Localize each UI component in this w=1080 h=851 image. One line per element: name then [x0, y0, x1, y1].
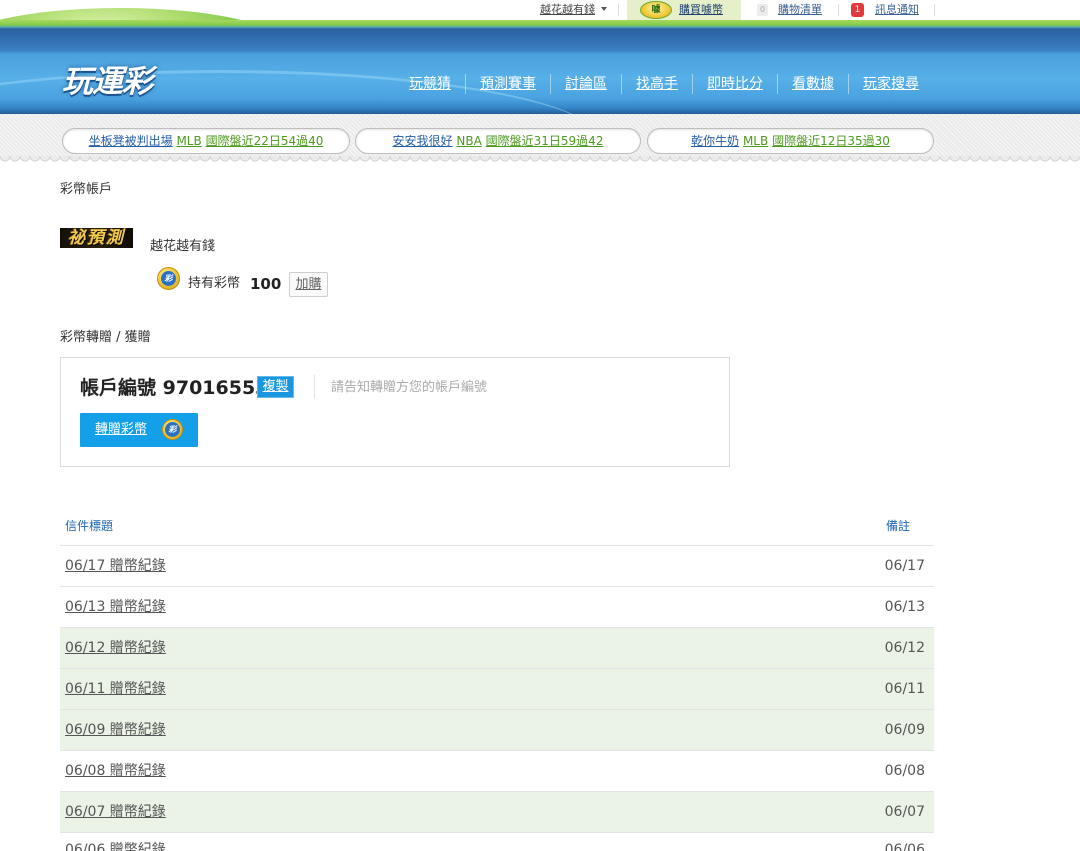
- divider: [838, 4, 839, 16]
- site-logo[interactable]: 玩運彩: [62, 64, 153, 100]
- nav-item-forum[interactable]: 討論區: [550, 74, 621, 94]
- ticker-player-name[interactable]: 坐板凳被判出場: [89, 134, 173, 148]
- ticker-record[interactable]: 國際盤近22日54過40: [206, 134, 324, 148]
- ticker-item[interactable]: 坐板凳被判出場 MLB 國際盤近22日54過40: [62, 128, 350, 154]
- caret-down-icon: [601, 7, 607, 11]
- record-note: 06/17: [884, 558, 925, 574]
- section-title-account: 彩幣帳戶: [60, 182, 113, 197]
- coin-icon: 彩: [157, 267, 180, 290]
- coin-icon: 彩: [162, 419, 183, 440]
- nav-item-live-scores[interactable]: 即時比分: [692, 74, 777, 94]
- gift-records-table: 信件標題 備註 06/17 贈幣紀錄 06/17 06/13 贈幣紀錄 06/1…: [60, 505, 934, 851]
- ticker-record[interactable]: 國際盤近12日35過30: [772, 134, 890, 148]
- record-title-link[interactable]: 06/08 贈幣紀錄: [65, 762, 166, 780]
- record-note: 06/12: [884, 640, 925, 656]
- user-menu-label: 越花越有錢: [540, 3, 595, 16]
- topup-button[interactable]: 加購: [289, 272, 328, 297]
- transfer-coins-button[interactable]: 轉贈彩幣 彩: [80, 413, 198, 447]
- section-title-transfer: 彩幣轉贈 / 獲贈: [60, 330, 151, 345]
- balance-label: 持有彩幣: [188, 276, 241, 291]
- nav-item-player-search[interactable]: 玩家搜尋: [848, 74, 933, 94]
- nav-item-stats[interactable]: 看數據: [777, 74, 848, 94]
- ticker-item[interactable]: 安安我很好 NBA 國際盤近31日59過42: [355, 128, 641, 154]
- record-title-link[interactable]: 06/13 贈幣紀錄: [65, 598, 166, 616]
- nav-item-play-guess[interactable]: 玩競猜: [395, 74, 465, 94]
- notification-count-badge: 1: [851, 3, 864, 17]
- record-note: 06/06: [884, 842, 925, 851]
- user-rank-badge: 祕預測: [60, 228, 133, 248]
- table-row: 06/07 贈幣紀錄 06/07: [60, 791, 934, 832]
- coin-icon: 噱: [640, 1, 672, 19]
- table-row: 06/17 贈幣紀錄 06/17: [60, 545, 934, 586]
- main-nav: 玩競猜 預測賽事 討論區 找高手 即時比分 看數據 玩家搜尋: [395, 74, 933, 94]
- transfer-panel: 帳戶編號 97016553 複製 請告知轉贈方您的帳戶編號 轉贈彩幣 彩: [60, 357, 730, 467]
- record-note: 06/13: [884, 599, 925, 615]
- divider: [314, 375, 315, 399]
- ticker-player-name[interactable]: 乾你牛奶: [691, 134, 739, 148]
- nav-item-find-experts[interactable]: 找高手: [621, 74, 692, 94]
- page: 玩運彩 玩競猜 預測賽事 討論區 找高手 即時比分 看數據 玩家搜尋 越花越有錢…: [0, 0, 1080, 851]
- account-number-value: 97016553: [162, 377, 269, 399]
- table-header: 信件標題 備註: [60, 505, 934, 545]
- ticker-item[interactable]: 乾你牛奶 MLB 國際盤近12日35過30: [647, 128, 934, 154]
- record-title-link[interactable]: 06/11 贈幣紀錄: [65, 680, 166, 698]
- coin-icon-label: 彩: [161, 271, 176, 286]
- nav-item-predictions[interactable]: 預測賽事: [465, 74, 550, 94]
- cart-link[interactable]: 購物清單: [778, 3, 822, 17]
- ticker-player-name[interactable]: 安安我很好: [393, 134, 453, 148]
- copy-button[interactable]: 複製: [257, 376, 294, 398]
- column-header-note: 備註: [885, 518, 910, 533]
- account-number-hint: 請告知轉贈方您的帳戶編號: [331, 380, 488, 395]
- buy-coin-link[interactable]: 噱 購買噱幣: [627, 0, 741, 20]
- account-number: 帳戶編號 97016553: [80, 376, 268, 400]
- table-row: 06/09 贈幣紀錄 06/09: [60, 709, 934, 750]
- site-header: 玩運彩 玩競猜 預測賽事 討論區 找高手 即時比分 看數據 玩家搜尋: [0, 20, 1080, 114]
- record-title-link[interactable]: 06/09 贈幣紀錄: [65, 721, 166, 739]
- account-number-label: 帳戶編號: [80, 377, 157, 399]
- coin-icon-label: 彩: [165, 422, 180, 437]
- ticker-league[interactable]: MLB: [176, 134, 201, 148]
- ticker-league[interactable]: MLB: [743, 134, 768, 148]
- buy-coin-label: 購買噱幣: [679, 3, 723, 16]
- cart-count-badge: 0: [757, 4, 768, 16]
- ticker-edge-decoration: [0, 156, 1080, 164]
- record-note: 06/11: [884, 681, 925, 697]
- user-menu[interactable]: 越花越有錢: [540, 3, 607, 17]
- table-row: 06/12 贈幣紀錄 06/12: [60, 627, 934, 668]
- balance-value: 100: [250, 275, 282, 293]
- record-title-link[interactable]: 06/12 贈幣紀錄: [65, 639, 166, 657]
- divider: [618, 4, 619, 16]
- ticker-record[interactable]: 國際盤近31日59過42: [486, 134, 604, 148]
- ticker-league[interactable]: NBA: [456, 134, 481, 148]
- top-bar: 越花越有錢 噱 購買噱幣 0 購物清單 1 訊息通知: [0, 0, 1080, 20]
- record-note: 06/09: [884, 722, 925, 738]
- record-title-link[interactable]: 06/07 贈幣紀錄: [65, 803, 166, 821]
- notifications-link[interactable]: 訊息通知: [875, 3, 919, 17]
- table-row: 06/08 贈幣紀錄 06/08: [60, 750, 934, 791]
- table-row: 06/11 贈幣紀錄 06/11: [60, 668, 934, 709]
- record-note: 06/07: [884, 804, 925, 820]
- record-title-link[interactable]: 06/17 贈幣紀錄: [65, 557, 166, 575]
- transfer-coins-label: 轉贈彩幣: [95, 422, 148, 437]
- table-row: 06/06 贈幣紀錄 06/06: [60, 832, 934, 851]
- record-note: 06/08: [884, 763, 925, 779]
- username: 越花越有錢: [150, 239, 216, 254]
- table-row: 06/13 贈幣紀錄 06/13: [60, 586, 934, 627]
- column-header-title: 信件標題: [65, 518, 114, 533]
- divider: [934, 4, 935, 16]
- record-title-link[interactable]: 06/06 贈幣紀錄: [65, 833, 166, 851]
